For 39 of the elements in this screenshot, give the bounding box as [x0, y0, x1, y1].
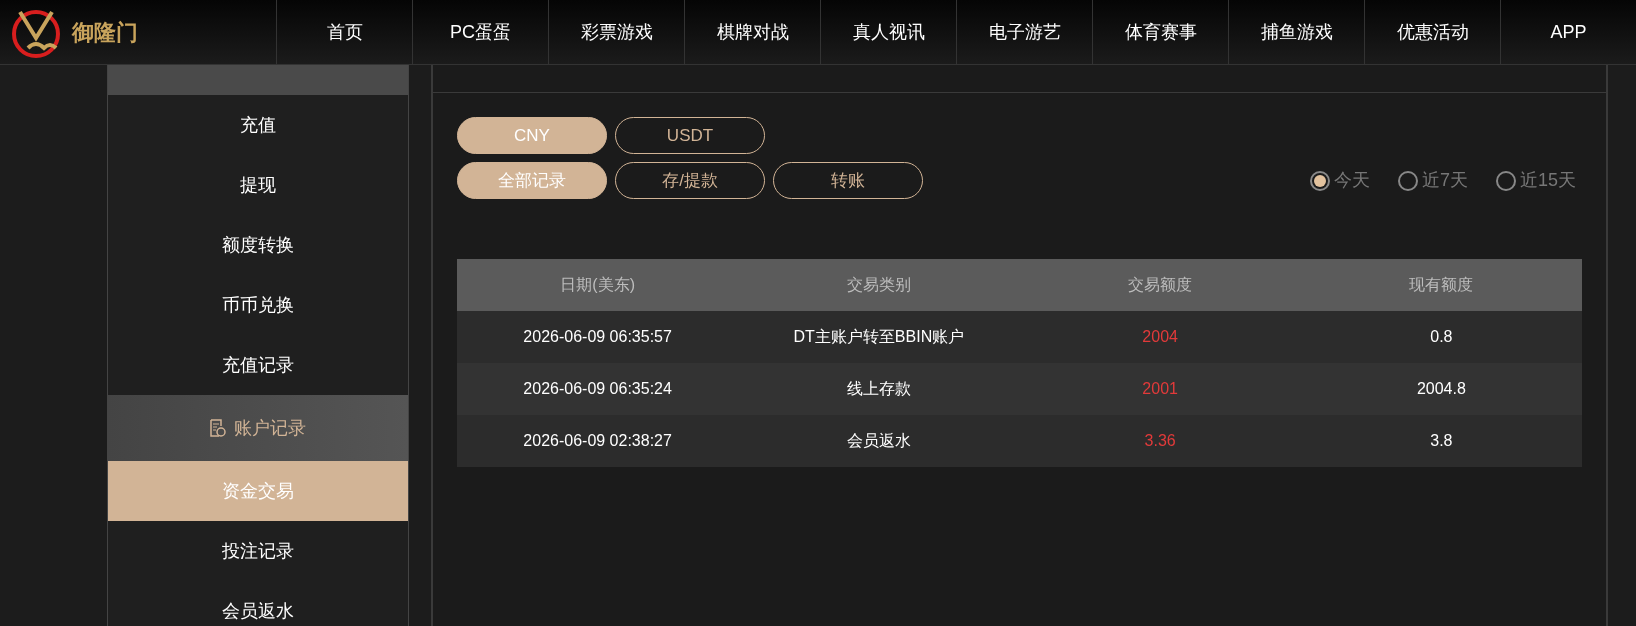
column-header: 日期(美东) — [559, 275, 636, 295]
table-cell-text: 线上存款 — [845, 379, 912, 399]
nav-link[interactable]: 体育赛事 — [1092, 0, 1228, 64]
period-radio[interactable]: 近15天 — [1489, 166, 1582, 195]
period-radio[interactable]: 今天 — [1303, 166, 1376, 195]
nav-link[interactable]: PC蛋蛋 — [412, 0, 548, 64]
period-radio[interactable]: 近7天 — [1391, 166, 1474, 195]
table-cell-text: DT主账户转至BBIN账户 — [792, 327, 966, 347]
table-cell-text: 会员返水 — [845, 431, 912, 451]
nav-link[interactable]: APP — [1500, 0, 1636, 64]
table-cell-text: 3.36 — [1143, 431, 1177, 451]
column-header: 交易类别 — [845, 275, 912, 295]
nav-link[interactable]: 棋牌对战 — [684, 0, 820, 64]
column-header: 交易额度 — [1127, 275, 1194, 295]
sidebar-item[interactable]: 额度转换 — [108, 215, 408, 275]
nav-link[interactable]: 优惠活动 — [1364, 0, 1500, 64]
table-cell-text: 0.8 — [1429, 327, 1454, 347]
sidebar-item[interactable]: 币币兑换 — [108, 275, 408, 335]
nav-link[interactable]: 首页 — [276, 0, 412, 64]
table-cell-text: 3.8 — [1429, 431, 1454, 451]
nav-link[interactable]: 彩票游戏 — [548, 0, 684, 64]
sidebar-item[interactable]: 充值记录 — [108, 335, 408, 395]
sidebar-item[interactable]: 会员返水 — [108, 581, 408, 626]
table-cell-text: 2004 — [1141, 327, 1179, 347]
nav-link[interactable]: 电子游艺 — [956, 0, 1092, 64]
nav-link[interactable]: 捕鱼游戏 — [1228, 0, 1364, 64]
table-cell-text: 2026-06-09 06:35:57 — [522, 327, 673, 347]
table-cell-text: 2004.8 — [1415, 379, 1467, 399]
nav-link[interactable]: 真人视讯 — [820, 0, 956, 64]
sidebar-item[interactable]: 投注记录 — [108, 521, 408, 581]
sidebar-section-title: 账户记录 — [234, 416, 306, 440]
table-cell-text: 2001 — [1141, 379, 1179, 399]
sidebar-item[interactable]: 充值 — [108, 95, 408, 155]
table-cell-text: 2026-06-09 06:35:24 — [522, 379, 673, 399]
sidebar-item[interactable]: 提现 — [108, 155, 408, 215]
table-cell-text: 2026-06-09 02:38:27 — [522, 431, 673, 451]
document-icon — [210, 419, 226, 437]
column-header: 现有额度 — [1408, 275, 1475, 295]
brand-name: 御隆门 — [72, 18, 138, 47]
